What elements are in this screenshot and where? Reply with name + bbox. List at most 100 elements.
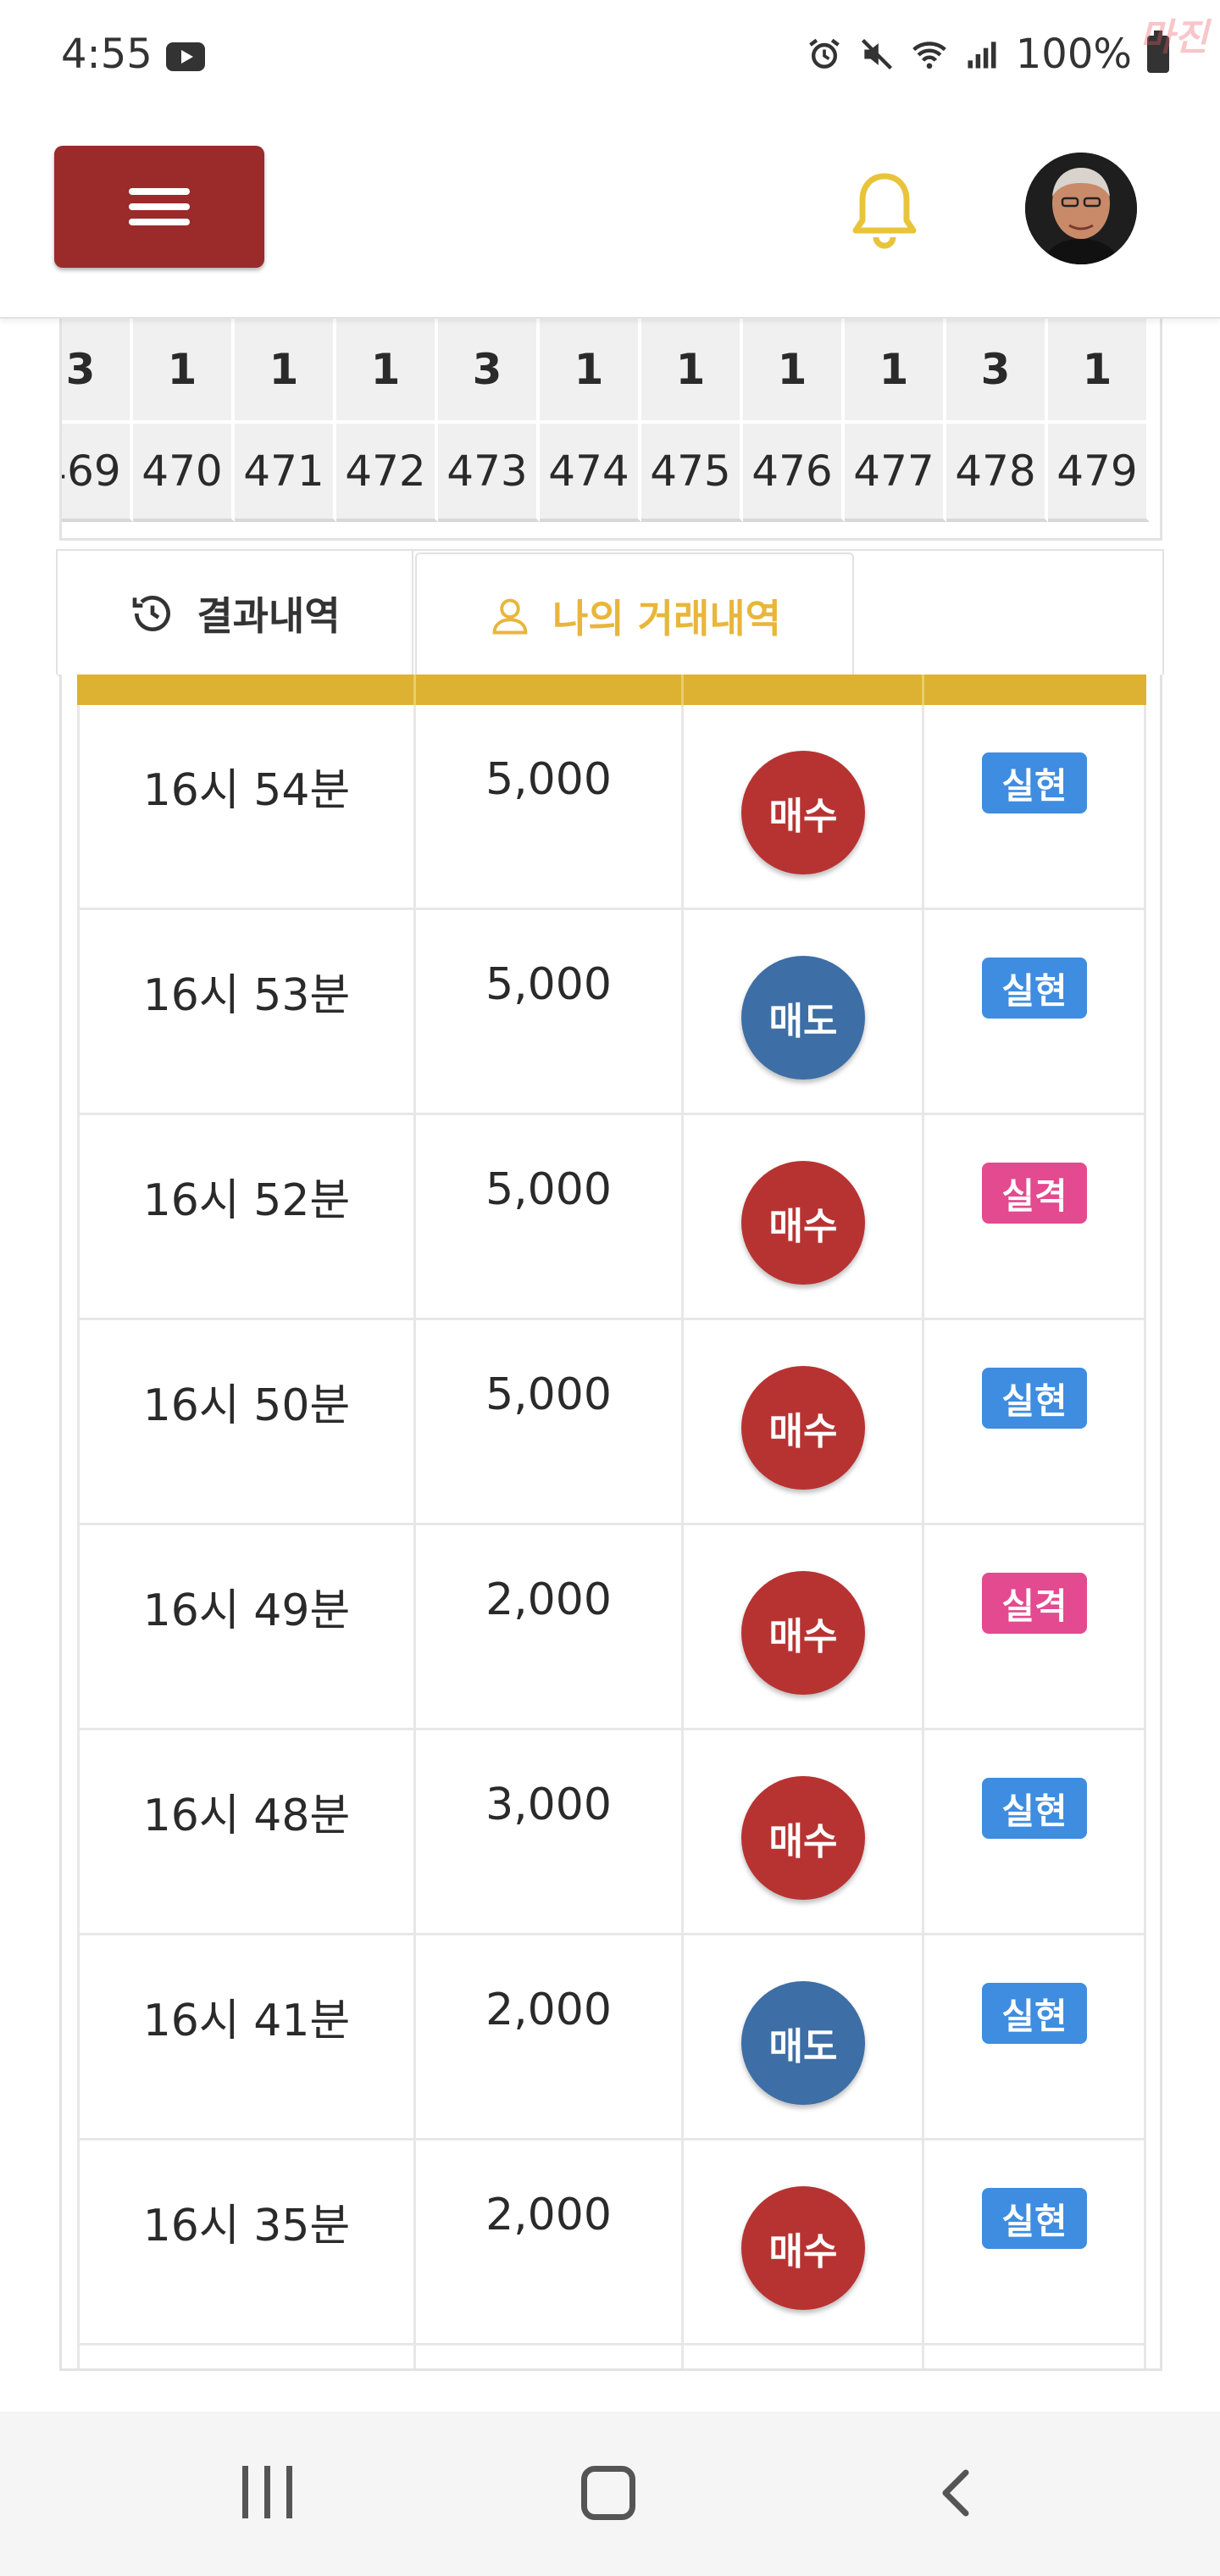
trade-amount: 2,000 bbox=[485, 1985, 612, 2035]
strip-column: 3469 bbox=[62, 319, 133, 522]
strip-round-number: 472 bbox=[336, 420, 438, 522]
battery-percent: 100% bbox=[1015, 31, 1132, 78]
mute-icon bbox=[861, 38, 892, 70]
tab-result-history-label: 결과내역 bbox=[197, 593, 341, 639]
trade-history-table: 16시 54분 5,000 매수 실현 16시 53분 5,000 매도 실현 16시 52분 5… bbox=[59, 675, 1162, 2371]
strip-round-number: 469 bbox=[62, 420, 133, 522]
buy-badge: 매수 bbox=[741, 1776, 865, 1900]
trade-time: 16시 41분 bbox=[142, 1996, 351, 2046]
trade-amount: 2,000 bbox=[485, 2190, 612, 2240]
trade-time: 16시 48분 bbox=[142, 1790, 351, 1841]
tab-my-trades[interactable]: 나의 거래내역 bbox=[415, 552, 854, 678]
sell-badge: 매도 bbox=[741, 1981, 865, 2105]
app-header bbox=[0, 110, 1220, 319]
strip-result-value: 1 bbox=[540, 319, 641, 420]
trade-amount: 2,000 bbox=[485, 1574, 612, 1625]
buy-badge: 매수 bbox=[741, 1366, 865, 1490]
menu-button[interactable] bbox=[54, 146, 264, 268]
avatar-image bbox=[1025, 153, 1137, 264]
strip-round-number: 477 bbox=[845, 420, 946, 522]
tab-my-trades-label: 나의 거래내역 bbox=[552, 596, 781, 641]
strip-round-number: 471 bbox=[235, 420, 336, 522]
trade-amount: 5,000 bbox=[485, 1369, 612, 1420]
result-badge: 실현 bbox=[982, 1778, 1087, 1839]
result-badge: 실격 bbox=[982, 1573, 1087, 1634]
buy-badge: 매수 bbox=[741, 1571, 865, 1695]
strip-column: 3 473 bbox=[438, 319, 540, 522]
strip-column: 1 477 bbox=[845, 319, 946, 522]
table-header bbox=[77, 675, 1146, 705]
strip-round-number: 475 bbox=[641, 420, 743, 522]
strip-result-value: 1 bbox=[133, 319, 235, 420]
strip-column: 3 478 bbox=[946, 319, 1048, 522]
trade-amount: 5,000 bbox=[485, 754, 612, 805]
strip-round-number: 478 bbox=[946, 420, 1048, 522]
trade-amount: 5,000 bbox=[485, 959, 612, 1010]
trade-time: 16시 49분 bbox=[142, 1585, 351, 1636]
result-badge: 실현 bbox=[982, 958, 1087, 1019]
buy-badge: 매수 bbox=[741, 751, 865, 874]
strip-result-value: 1 bbox=[743, 319, 845, 420]
strip-round-number: 473 bbox=[438, 420, 540, 522]
strip-result-value: 1 bbox=[641, 319, 743, 420]
strip-column: 1 470 bbox=[133, 319, 235, 522]
result-badge: 실격 bbox=[982, 1163, 1087, 1224]
strip-round-number: 470 bbox=[133, 420, 235, 522]
system-nav-bar bbox=[0, 2412, 1220, 2576]
buy-badge: 매수 bbox=[741, 2186, 865, 2310]
strip-result-value: 1 bbox=[1048, 319, 1150, 420]
tab-result-history[interactable]: 결과내역 bbox=[58, 551, 413, 676]
wifi-icon bbox=[912, 42, 946, 69]
tab-bar: 결과내역 나의 거래내역 bbox=[56, 549, 1164, 678]
user-icon bbox=[492, 598, 528, 635]
trade-time: 16시 35분 bbox=[142, 2201, 351, 2251]
result-number-strip: 3469147014711472347314741475147614773478… bbox=[59, 319, 1162, 541]
table-row: 16시 49분 2,000 매수 실격 bbox=[77, 1525, 1146, 1730]
table-row: 16시 41분 2,000 매도 실현 bbox=[77, 1935, 1146, 2140]
strip-round-number: 476 bbox=[743, 420, 845, 522]
history-icon bbox=[133, 596, 171, 631]
trade-time: 16시 54분 bbox=[142, 765, 351, 816]
back-button[interactable] bbox=[932, 2468, 983, 2518]
home-button[interactable] bbox=[581, 2466, 635, 2520]
strip-result-value: 1 bbox=[235, 319, 336, 420]
strip-column: 1 472 bbox=[336, 319, 438, 522]
strip-result-value: 1 bbox=[845, 319, 946, 420]
recent-apps-button[interactable] bbox=[242, 2466, 293, 2518]
result-badge: 실현 bbox=[982, 1983, 1087, 2044]
status-time: 4:55 bbox=[61, 31, 152, 78]
table-row: 16시 48분 3,000 매수 실현 bbox=[77, 1730, 1146, 1935]
avatar[interactable] bbox=[1025, 153, 1137, 264]
strip-result-value: 1 bbox=[336, 319, 438, 420]
strip-column: 1 471 bbox=[235, 319, 336, 522]
strip-column: 1 474 bbox=[540, 319, 641, 522]
table-row: 16시 53분 5,000 매도 실현 bbox=[77, 910, 1146, 1115]
strip-round-number: 479 bbox=[1048, 420, 1150, 522]
result-badge: 실현 bbox=[982, 1368, 1087, 1429]
strip-column: 1 476 bbox=[743, 319, 845, 522]
hamburger-icon bbox=[129, 188, 190, 195]
bell-icon[interactable] bbox=[847, 169, 922, 254]
table-row: 16시 35분 2,000 매수 실현 bbox=[77, 2140, 1146, 2346]
trade-amount: 3,000 bbox=[485, 1779, 612, 1830]
trade-time: 16시 52분 bbox=[142, 1175, 351, 1226]
strip-result-value: 3 bbox=[946, 319, 1048, 420]
alarm-icon bbox=[808, 38, 840, 69]
strip-column: 1 479 bbox=[1048, 319, 1150, 522]
status-bar: 4:55 100% 마진 bbox=[0, 0, 1220, 110]
table-row: 16시 54분 5,000 매수 실현 bbox=[77, 705, 1146, 910]
trade-time: 16시 53분 bbox=[142, 970, 351, 1021]
result-badge: 실현 bbox=[982, 2188, 1087, 2249]
trade-time: 16시 50분 bbox=[142, 1380, 351, 1431]
strip-round-number: 474 bbox=[540, 420, 641, 522]
table-row-partial bbox=[77, 2346, 1146, 2368]
status-icons: 100% bbox=[806, 31, 1169, 78]
table-row: 16시 50분 5,000 매수 실현 bbox=[77, 1320, 1146, 1525]
sell-badge: 매도 bbox=[741, 956, 865, 1080]
signal-icon bbox=[968, 42, 996, 69]
trade-amount: 5,000 bbox=[485, 1164, 612, 1215]
table-row: 16시 52분 5,000 매수 실격 bbox=[77, 1115, 1146, 1320]
buy-badge: 매수 bbox=[741, 1161, 865, 1285]
youtube-icon bbox=[166, 42, 205, 71]
watermark: 마진 bbox=[1140, 16, 1208, 59]
